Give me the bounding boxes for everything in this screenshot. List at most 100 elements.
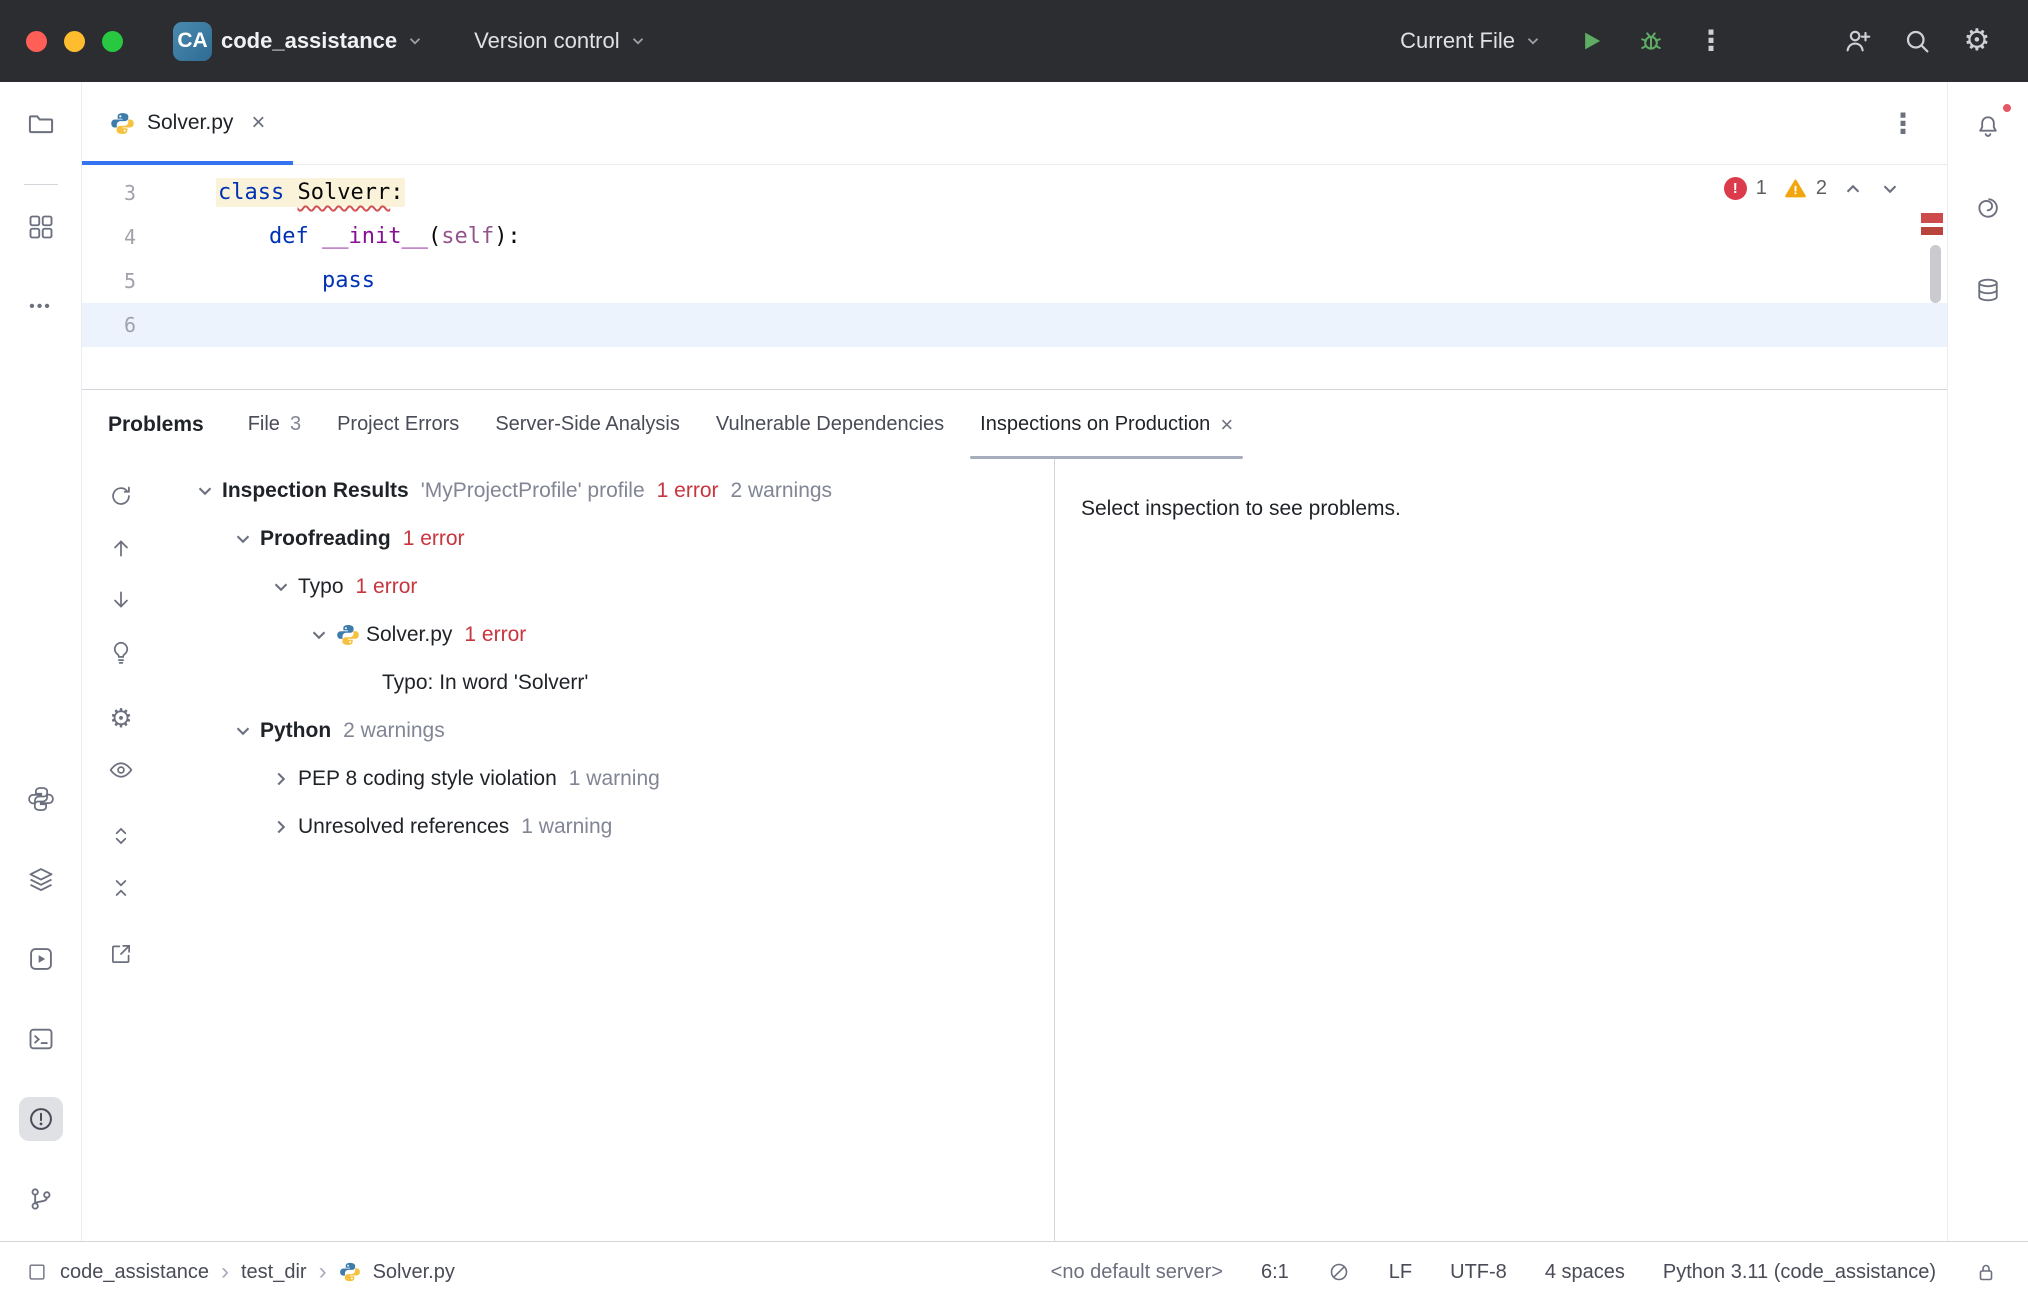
close-tab-icon[interactable]: × — [1220, 414, 1233, 436]
project-widget[interactable]: CA code_assistance — [161, 14, 436, 69]
tab-inspections-on-production[interactable]: Inspections on Production × — [962, 390, 1251, 459]
problems-tab-bar: Problems File 3 Project Errors Server-Si… — [82, 390, 1947, 459]
problems-tool-button[interactable] — [19, 1097, 63, 1141]
play-icon — [1577, 27, 1605, 55]
status-bar: code_assistance › test_dir › Solver.py <… — [0, 1241, 2028, 1302]
interpreter-widget[interactable]: Python 3.11 (code_assistance) — [1663, 1261, 1936, 1284]
tree-row-proofreading[interactable]: Proofreading 1 error — [160, 515, 1054, 563]
open-in-editor-button[interactable] — [104, 937, 138, 971]
close-window-button[interactable] — [26, 31, 47, 52]
version-control-tool-button[interactable] — [19, 1177, 63, 1221]
preview-toggle-button[interactable] — [104, 753, 138, 787]
chevron-right-icon[interactable] — [264, 810, 298, 844]
error-count: 1 error — [657, 479, 719, 503]
tree-row-typo[interactable]: Typo 1 error — [160, 563, 1054, 611]
tab-options-button[interactable]: ⋮ — [1889, 107, 1917, 140]
more-tool-windows-button[interactable]: ••• — [19, 285, 63, 329]
chevron-down-icon[interactable] — [226, 714, 260, 748]
more-actions-button[interactable]: ⋮ — [1688, 18, 1734, 64]
rerun-inspection-button[interactable] — [104, 479, 138, 513]
python-outline-icon — [27, 785, 55, 813]
ai-assistant-button[interactable] — [1966, 186, 2010, 230]
run-configuration-selector[interactable]: Current File — [1388, 20, 1554, 62]
run-configuration-label: Current File — [1400, 28, 1515, 54]
python-packages-tool-button[interactable] — [19, 777, 63, 821]
next-problem-button[interactable] — [1879, 178, 1901, 200]
code-line-caret: 6 — [82, 303, 1947, 347]
expand-all-button[interactable] — [104, 819, 138, 853]
detail-placeholder-text: Select inspection to see problems. — [1081, 497, 1401, 520]
editor-tab-solver[interactable]: Solver.py × — [82, 82, 293, 164]
typo-word: Solverr — [297, 180, 390, 205]
default-server-widget[interactable]: <no default server> — [1051, 1261, 1223, 1284]
main-area: ••• — [0, 82, 2028, 1241]
code-with-me-button[interactable] — [1834, 18, 1880, 64]
more-vertical-icon: ⋮ — [1697, 27, 1725, 55]
vcs-widget[interactable]: Version control — [462, 20, 659, 62]
chevron-down-icon[interactable] — [302, 618, 336, 652]
debug-button[interactable] — [1628, 18, 1674, 64]
breadcrumb-directory[interactable]: test_dir — [241, 1261, 307, 1284]
breadcrumb-project[interactable]: code_assistance — [60, 1261, 209, 1284]
code-text: class Solverr: — [216, 171, 405, 215]
tree-row-python[interactable]: Python 2 warnings — [160, 707, 1054, 755]
project-tool-button[interactable] — [19, 102, 63, 146]
tree-row-typo-detail[interactable]: Typo: In word 'Solverr' — [160, 659, 1054, 707]
collapse-all-button[interactable] — [104, 871, 138, 905]
error-count: 1 — [1756, 177, 1767, 200]
readonly-lock-icon[interactable] — [1974, 1260, 1998, 1284]
tree-label: Solver.py — [366, 623, 452, 647]
run-button[interactable] — [1568, 18, 1614, 64]
breadcrumb-file[interactable]: Solver.py — [373, 1261, 455, 1284]
previous-problem-button[interactable] — [1842, 178, 1864, 200]
close-tab-icon[interactable]: × — [251, 111, 265, 135]
layers-icon — [27, 865, 55, 893]
tab-vulnerable-dependencies[interactable]: Vulnerable Dependencies — [698, 390, 962, 459]
tree-row-inspection-results[interactable]: Inspection Results 'MyProjectProfile' pr… — [160, 467, 1054, 515]
chevron-down-icon[interactable] — [264, 570, 298, 604]
tool-windows-toggle-icon[interactable] — [26, 1261, 48, 1283]
search-icon — [1902, 26, 1932, 56]
tab-label: Server-Side Analysis — [495, 413, 680, 436]
code-editor[interactable]: 3 class Solverr: 4 def __init__(self): 5… — [82, 165, 1947, 389]
editor-scrollbar-thumb[interactable] — [1930, 245, 1941, 303]
tree-row-unresolved-references[interactable]: Unresolved references 1 warning — [160, 803, 1054, 851]
error-badge-icon: ! — [1724, 177, 1747, 200]
inspections-widget[interactable]: ! 1 2 — [1724, 177, 1901, 200]
tab-project-errors[interactable]: Project Errors — [319, 390, 477, 459]
quick-fix-button[interactable] — [104, 635, 138, 669]
terminal-tool-button[interactable] — [19, 1017, 63, 1061]
minimize-window-button[interactable] — [64, 31, 85, 52]
tab-server-side-analysis[interactable]: Server-Side Analysis — [477, 390, 698, 459]
error-stripe[interactable] — [1921, 165, 1943, 389]
notification-dot — [2001, 102, 2013, 114]
inspection-results-tree: Inspection Results 'MyProjectProfile' pr… — [160, 459, 1054, 1241]
next-problem-button[interactable] — [104, 583, 138, 617]
python-console-tool-button[interactable] — [19, 857, 63, 901]
error-stripe-mark[interactable] — [1921, 213, 1943, 223]
tree-row-solver-file[interactable]: Solver.py 1 error — [160, 611, 1054, 659]
encoding-widget[interactable]: UTF-8 — [1450, 1261, 1507, 1284]
structure-tool-button[interactable] — [19, 205, 63, 249]
notifications-button[interactable] — [1966, 104, 2010, 148]
tree-row-pep8[interactable]: PEP 8 coding style violation 1 warning — [160, 755, 1054, 803]
line-separator-widget[interactable]: LF — [1389, 1261, 1412, 1284]
chevron-right-icon[interactable] — [264, 762, 298, 796]
settings-button[interactable]: ⚙ — [1954, 18, 2000, 64]
tab-count: 3 — [290, 413, 301, 436]
search-everywhere-button[interactable] — [1894, 18, 1940, 64]
inspection-settings-button[interactable]: ⚙ — [104, 701, 138, 735]
database-tool-button[interactable] — [1966, 268, 2010, 312]
tab-file[interactable]: File 3 — [230, 390, 319, 459]
gear-icon: ⚙ — [1964, 26, 1991, 56]
previous-problem-button[interactable] — [104, 531, 138, 565]
zoom-window-button[interactable] — [102, 31, 123, 52]
caret-position-widget[interactable]: 6:1 — [1261, 1261, 1289, 1284]
chevron-down-icon[interactable] — [188, 474, 222, 508]
highlighting-level-icon[interactable] — [1327, 1260, 1351, 1284]
warning-stripe-mark[interactable] — [1921, 227, 1943, 235]
chevron-down-icon[interactable] — [226, 522, 260, 556]
services-tool-button[interactable] — [19, 937, 63, 981]
indent-widget[interactable]: 4 spaces — [1545, 1261, 1625, 1284]
tree-label: Unresolved references — [298, 815, 509, 839]
